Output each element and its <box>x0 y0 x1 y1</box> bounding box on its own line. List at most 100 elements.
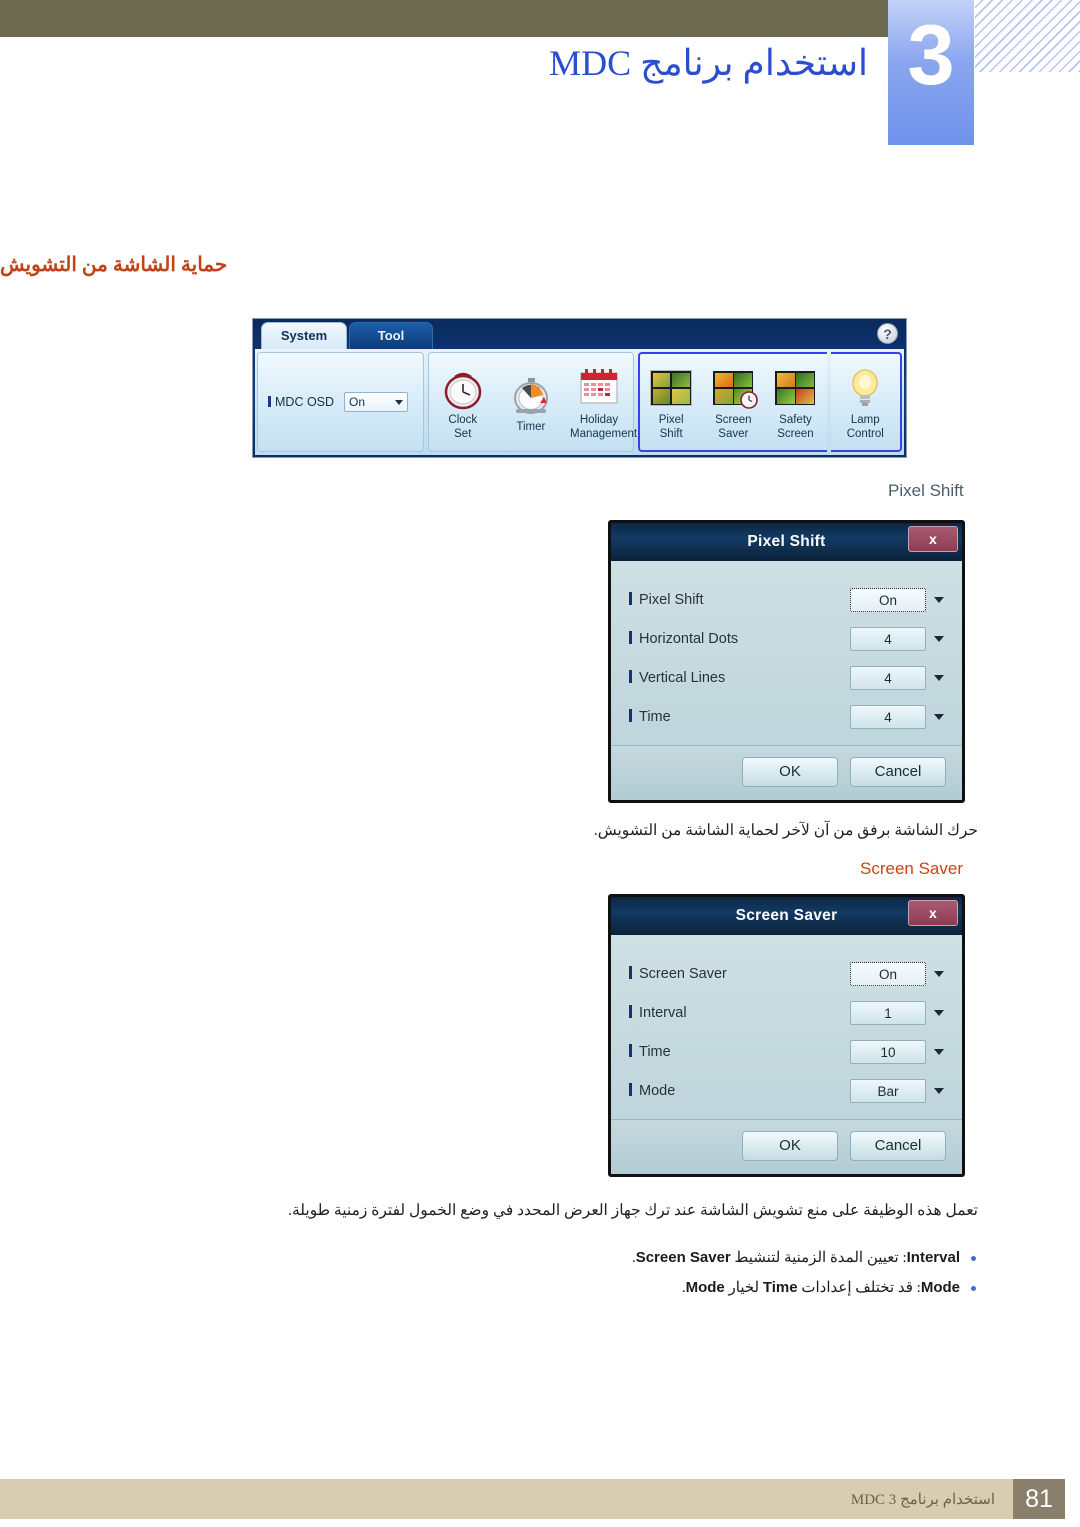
caption-screen-saver: Screen Saver <box>860 859 963 878</box>
close-icon[interactable]: x <box>908 526 958 552</box>
chevron-down-icon[interactable] <box>934 1010 944 1016</box>
chevron-down-icon[interactable] <box>934 971 944 977</box>
page-footer: استخدام برنامج MDC 3 81 <box>0 1479 1080 1519</box>
select-value: 4 <box>884 670 892 686</box>
chevron-down-icon[interactable] <box>934 597 944 603</box>
toolbar-item-label2: Screen <box>777 428 814 440</box>
page-number: 81 <box>1013 1479 1065 1519</box>
label-bullet-bar <box>629 631 632 644</box>
bullet-term3: Mode <box>685 1279 725 1296</box>
dialog-title-bar: Screen Saver x <box>611 897 962 935</box>
header-stripe-decoration <box>975 0 1080 72</box>
chevron-down-icon[interactable] <box>934 675 944 681</box>
dialog-title-text: Pixel Shift <box>747 533 826 550</box>
mode-select[interactable]: Bar <box>850 1079 926 1103</box>
timer-icon <box>502 371 560 419</box>
select-wrap[interactable]: On <box>850 962 944 986</box>
label-bullet-bar <box>268 396 271 407</box>
screen-saver-select[interactable]: On <box>850 962 926 986</box>
help-icon[interactable]: ? <box>877 323 898 344</box>
toolbar-item-label: Lamp <box>850 414 880 426</box>
tab-system[interactable]: System <box>261 322 347 349</box>
select-wrap[interactable]: 4 <box>850 627 944 651</box>
row-time: Time 4 <box>629 700 944 734</box>
toolbar-body: MDC OSD On Clock Set Timer Holiday Manag… <box>255 349 904 455</box>
calendar-icon <box>570 364 628 412</box>
select-wrap[interactable]: Bar <box>850 1079 944 1103</box>
ok-button[interactable]: OK <box>742 757 838 787</box>
toolbar-item-label2: Management <box>570 428 638 440</box>
lamp-group: Lamp Control <box>830 352 902 452</box>
mdc-osd-group: MDC OSD On <box>257 352 424 452</box>
bullet-term: Interval <box>906 1249 960 1266</box>
dialog-footer: OK Cancel <box>611 745 962 800</box>
label-bullet-bar <box>629 670 632 683</box>
vertical-lines-select[interactable]: 4 <box>850 666 926 690</box>
toolbar-item-safety-screen[interactable]: Safety Screen <box>766 364 824 440</box>
toolbar-item-timer[interactable]: Timer <box>502 371 560 433</box>
footer-text: استخدام برنامج MDC 3 <box>850 1492 995 1508</box>
chevron-down-icon[interactable] <box>934 714 944 720</box>
ok-button[interactable]: OK <box>742 1131 838 1161</box>
chevron-down-icon[interactable] <box>934 636 944 642</box>
row-label: Interval <box>629 1005 687 1021</box>
bullet-mid2: لخيار <box>724 1280 763 1296</box>
mdc-osd-label: MDC OSD <box>268 395 334 409</box>
bullet-list: Interval: تعيين المدة الزمنية لتنشيط Scr… <box>0 1247 978 1307</box>
toolbar-item-pixel-shift[interactable]: Pixel Shift <box>642 364 700 440</box>
label-bullet-bar <box>629 966 632 979</box>
select-value: 10 <box>880 1044 896 1060</box>
interval-select[interactable]: 1 <box>850 1001 926 1025</box>
time-select[interactable]: 4 <box>850 705 926 729</box>
pixel-shift-tiles <box>650 370 693 406</box>
cancel-button[interactable]: Cancel <box>850 757 946 787</box>
label-bullet-bar <box>629 1083 632 1096</box>
toolbar-item-clock-set[interactable]: Clock Set <box>434 364 492 440</box>
row-label: Vertical Lines <box>629 670 725 686</box>
toolbar-item-screen-saver[interactable]: Screen Saver <box>704 364 762 440</box>
mdc-osd-select[interactable]: On <box>344 392 409 412</box>
toolbar-item-lamp-control[interactable]: Lamp Control <box>836 364 894 440</box>
row-label: Pixel Shift <box>629 592 703 608</box>
time-select[interactable]: 10 <box>850 1040 926 1064</box>
tab-tool[interactable]: Tool <box>349 322 433 349</box>
bullet-mode: Mode: قد تختلف إعدادات Time لخيار Mode. <box>0 1277 978 1299</box>
row-mode: Mode Bar <box>629 1074 944 1108</box>
chevron-down-icon[interactable] <box>934 1049 944 1055</box>
horizontal-dots-select[interactable]: 4 <box>850 627 926 651</box>
cancel-button[interactable]: Cancel <box>850 1131 946 1161</box>
chevron-down-icon <box>395 399 404 405</box>
select-wrap[interactable]: 4 <box>850 705 944 729</box>
dialog-footer: OK Cancel <box>611 1119 962 1174</box>
label-bullet-bar <box>629 709 632 722</box>
select-value: 4 <box>884 631 892 647</box>
toolbar-item-holiday-management[interactable]: Holiday Management <box>570 364 638 440</box>
select-wrap[interactable]: 4 <box>850 666 944 690</box>
pixel-shift-dialog: Pixel Shift x Pixel Shift On Horizontal … <box>608 520 965 803</box>
toolbar-item-label2: Saver <box>718 428 749 440</box>
select-wrap[interactable]: 1 <box>850 1001 944 1025</box>
lamp-icon <box>836 364 894 412</box>
chapter-title: استخدام برنامج MDC <box>549 43 868 83</box>
safety-screen-icon <box>766 364 824 412</box>
caption-pixel-shift: Pixel Shift <box>888 481 964 500</box>
screen-saver-note: تعمل هذه الوظيفة على منع تشويش الشاشة عن… <box>288 1202 978 1219</box>
chevron-down-icon[interactable] <box>934 1088 944 1094</box>
close-icon[interactable]: x <box>908 900 958 926</box>
toolbar-item-label: Pixel <box>658 414 684 426</box>
select-value: 4 <box>884 709 892 725</box>
row-label: Screen Saver <box>629 966 727 982</box>
dialog-title-text: Screen Saver <box>735 907 838 924</box>
row-label: Time <box>629 709 671 725</box>
dialog-body: Pixel Shift On Horizontal Dots 4 Vertica… <box>611 561 962 745</box>
screen-saver-dialog: Screen Saver x Screen Saver On Interval … <box>608 894 965 1177</box>
bullet-term: Mode <box>920 1279 960 1296</box>
row-label: Time <box>629 1044 671 1060</box>
toolbar-tab-row: System Tool ? <box>253 319 906 349</box>
pixel-shift-select[interactable]: On <box>850 588 926 612</box>
bullet-interval: Interval: تعيين المدة الزمنية لتنشيط Scr… <box>0 1247 978 1269</box>
select-wrap[interactable]: On <box>850 588 944 612</box>
header-olive-bar <box>0 0 888 37</box>
select-wrap[interactable]: 10 <box>850 1040 944 1064</box>
select-value: On <box>878 592 897 608</box>
